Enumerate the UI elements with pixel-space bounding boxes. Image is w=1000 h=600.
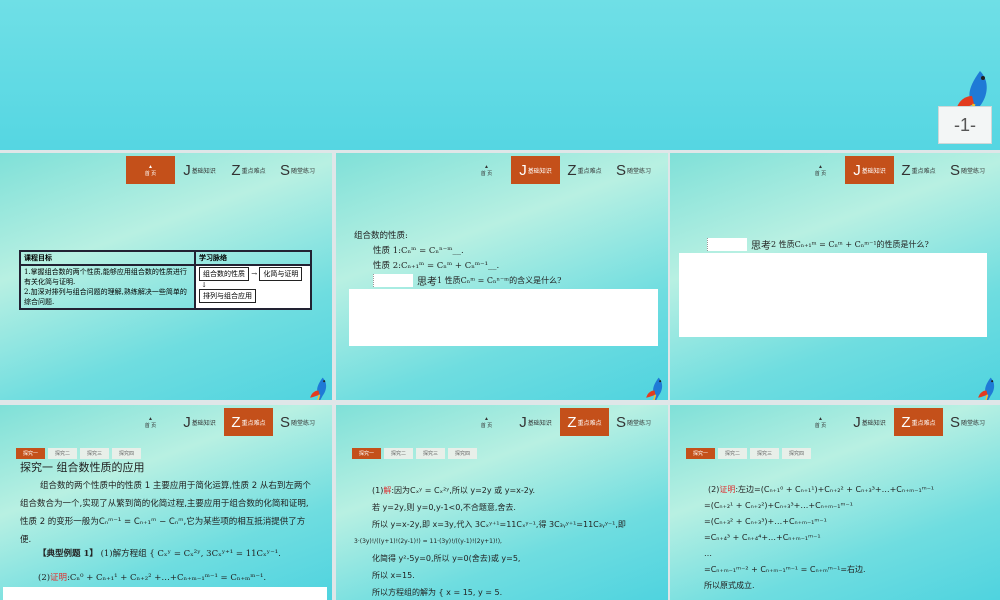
slide-nav: ▲ 首 页 J 基础知识 Z 重点难点 S 随堂练习 xyxy=(462,156,658,184)
tab-explore-1[interactable]: 探究一 xyxy=(16,448,46,459)
nav-key-points[interactable]: Z 重点难点 xyxy=(560,408,609,436)
think-1: 思考 1 性质Cₙᵐ = Cₙⁿ⁻ᵐ的含义是什么? xyxy=(373,273,561,288)
tab-explore-1[interactable]: 探究一 xyxy=(352,448,382,459)
solution-line: 所以 y=x-2y,即 x=3y,代入 3Cₓʸ⁺¹=11Cₓʸ⁻¹,得 3C₃… xyxy=(372,520,626,529)
slide-thumbnail-3[interactable]: ▲ 首 页 J 基础知识 Z 重点难点 S 随堂练习 思考 2 性质Cₙ₊₁ᵐ = Cₙ… xyxy=(670,153,1000,400)
nav-practice[interactable]: S 随堂练习 xyxy=(609,156,658,184)
proof-line: (2)证明:左边=(Cₙ₊₁⁰ + Cₙ₊₁¹)+Cₙ₊₂² + Cₙ₊₃³+…… xyxy=(708,485,935,494)
slide-nav: ▲ 首 页 J 基础知识 Z 重点难点 S 随堂练习 xyxy=(462,408,658,436)
tab-explore-1[interactable]: 探究一 xyxy=(686,448,716,459)
tab-explore-4[interactable]: 探究四 xyxy=(782,448,812,459)
nav-practice[interactable]: S 随堂练习 xyxy=(943,156,992,184)
slide-nav: ▲ 首 页 J 基础知识 Z 重点难点 S 随堂练习 xyxy=(126,156,322,184)
think-2: 思考 2 性质Cₙ₊₁ᵐ = Cₙᵐ + Cₙᵐ⁻¹的性质是什么? xyxy=(707,237,929,252)
section-paragraph: 组合数的两个性质中的性质 1 主要应用于简化运算,性质 2 从右到左两个组合数合… xyxy=(20,481,311,545)
parrot-icon xyxy=(977,376,995,400)
explore-tabs: 探究一 探究二 探究三 探究四 xyxy=(352,448,478,459)
table-header: 课程目标 xyxy=(19,250,196,266)
proof-line: … xyxy=(704,549,712,558)
nav-basic-knowledge[interactable]: J 基础知识 xyxy=(845,156,894,184)
parrot-icon xyxy=(309,376,327,400)
section-title: 探究一 组合数性质的应用 xyxy=(20,461,145,474)
nav-key-points[interactable]: Z 重点难点 xyxy=(224,156,273,184)
tab-explore-2[interactable]: 探究二 xyxy=(48,448,78,459)
nav-key-points[interactable]: Z 重点难点 xyxy=(224,408,273,436)
nav-home[interactable]: ▲ 首 页 xyxy=(462,156,511,184)
example-1-part-2: (2)证明:Cₙ⁰ + Cₙ₊₁¹ + Cₙ₊₂² +…+Cₙ₊ₘ₋₁ᵐ⁻¹ =… xyxy=(38,573,267,583)
tab-explore-4[interactable]: 探究四 xyxy=(112,448,142,459)
tab-explore-3[interactable]: 探究三 xyxy=(416,448,446,459)
slide-nav: ▲ 首 页 J 基础知识 Z 重点难点 S 随堂练习 xyxy=(126,408,322,436)
nav-home[interactable]: ▲ 首 页 xyxy=(796,408,845,436)
nav-practice[interactable]: S 随堂练习 xyxy=(943,408,992,436)
solution-line: 化简得 y²-5y=0,所以 y=0(舍去)或 y=5, xyxy=(372,554,521,563)
tab-explore-2[interactable]: 探究二 xyxy=(718,448,748,459)
nav-key-points[interactable]: Z 重点难点 xyxy=(560,156,609,184)
slide-nav: ▲ 首 页 J 基础知识 Z 重点难点 S 随堂练习 xyxy=(796,156,992,184)
proof-line: =Cₙ₊₄³ + Cₙ₊₄⁴+…+Cₙ₊ₘ₋₁ᵐ⁻¹ xyxy=(704,533,821,542)
explore-tabs: 探究一 探究二 探究三 探究四 xyxy=(16,448,142,459)
tab-explore-3[interactable]: 探究三 xyxy=(750,448,780,459)
tab-explore-2[interactable]: 探究二 xyxy=(384,448,414,459)
goal-1: 1.掌握组合数的两个性质,能够应用组合数的性质进行有关化简与证明. xyxy=(24,268,187,286)
proof-line: =(Cₙ₊₃² + Cₙ₊₃³)+…+Cₙ₊ₘ₋₁ᵐ⁻¹ xyxy=(704,517,827,526)
slide-thumbnail-1[interactable]: ▲ 首 页 J 基础知识 Z 重点难点 S 随堂练习 课程目标 学习脉络 1.掌握组合数的… xyxy=(0,153,332,400)
parrot-icon xyxy=(645,376,663,400)
slide-nav: ▲ 首 页 J 基础知识 Z 重点难点 S 随堂练习 xyxy=(796,408,992,436)
solution-text: (1)解:因为Cₓʸ = Cₓ²ʸ,所以 y=2y 或 y=x-2y. 若 y=… xyxy=(354,482,626,600)
goals-table: 课程目标 学习脉络 1.掌握组合数的两个性质,能够应用组合数的性质进行有关化简与证… xyxy=(19,250,312,310)
slide-thumbnail-5[interactable]: ▲ 首 页 J 基础知识 Z 重点难点 S 随堂练习 探究一 探究二 探究三 探究四 (1)解… xyxy=(336,405,668,600)
nav-home[interactable]: ▲ 首 页 xyxy=(126,408,175,436)
nav-basic-knowledge[interactable]: J 基础知识 xyxy=(511,156,560,184)
nav-basic-knowledge[interactable]: J 基础知识 xyxy=(511,408,560,436)
nav-practice[interactable]: S 随堂练习 xyxy=(273,156,322,184)
diagram-box-simplify: 化简与证明 xyxy=(259,267,303,281)
slide-thumbnail-2[interactable]: ▲ 首 页 J 基础知识 Z 重点难点 S 随堂练习 组合数的性质: 性质 1:Cₙᵐ … xyxy=(336,153,668,400)
example-1: 【典型例题 1】 (1)解方程组 { Cₓʸ = Cₓ²ʸ, 3Cₓʸ⁺¹ = … xyxy=(38,549,281,559)
tab-explore-3[interactable]: 探究三 xyxy=(80,448,110,459)
proof-line: =(Cₙ₊₂¹ + Cₙ₊₂²)+Cₙ₊₃³+…+Cₙ₊ₘ₋₁ᵐ⁻¹ xyxy=(704,501,853,510)
property-1: 性质 1:Cₙᵐ = Cₙⁿ⁻ᵐ__. xyxy=(373,246,464,256)
nav-key-points[interactable]: Z 重点难点 xyxy=(894,408,943,436)
slide-thumbnail-6[interactable]: ▲ 首 页 J 基础知识 Z 重点难点 S 随堂练习 探究一 探究二 探究三 探究四 (2)证… xyxy=(670,405,1000,600)
solution-line: 3·(3y)!/((y+1)!(2y-1)!) = 11·(3y)!/((y-1… xyxy=(354,538,502,545)
tab-explore-4[interactable]: 探究四 xyxy=(448,448,478,459)
solution-line: 所以 x=15. xyxy=(372,571,415,580)
proof-line: 所以原式成立. xyxy=(704,581,755,590)
table-header: 学习脉络 xyxy=(194,250,312,266)
nav-key-points[interactable]: Z 重点难点 xyxy=(894,156,943,184)
diagram-box-application: 排列与组合应用 xyxy=(199,289,256,303)
explore-tabs: 探究一 探究二 探究三 探究四 xyxy=(686,448,812,459)
solution-line: 所以方程组的解为 { x = 15, y = 5. xyxy=(372,588,503,597)
nav-basic-knowledge[interactable]: J 基础知识 xyxy=(175,408,224,436)
page-number: -1- xyxy=(938,106,992,144)
nav-home[interactable]: ▲ 首 页 xyxy=(126,156,175,184)
nav-home[interactable]: ▲ 首 页 xyxy=(462,408,511,436)
answer-box xyxy=(679,253,987,337)
nav-practice[interactable]: S 随堂练习 xyxy=(609,408,658,436)
nav-basic-knowledge[interactable]: J 基础知识 xyxy=(845,408,894,436)
proof-text: (2)证明:左边=(Cₙ₊₁⁰ + Cₙ₊₁¹)+Cₙ₊₂² + Cₙ₊₃³+…… xyxy=(704,482,935,594)
nav-practice[interactable]: S 随堂练习 xyxy=(273,408,322,436)
solution-line: 若 y=2y,则 y=0,y-1<0,不合题意,舍去. xyxy=(372,503,516,512)
solution-line: (1)解:因为Cₓʸ = Cₓ²ʸ,所以 y=2y 或 y=x-2y. xyxy=(372,486,535,495)
slide-thumbnail-4[interactable]: ▲ 首 页 J 基础知识 Z 重点难点 S 随堂练习 探究一 探究二 探究三 探究四 探究一 … xyxy=(0,405,332,600)
property-2: 性质 2:Cₙ₊₁ᵐ = Cₙᵐ + Cₙᵐ⁻¹__. xyxy=(373,261,500,271)
slide-title[interactable]: -1- xyxy=(0,0,1000,150)
nav-home[interactable]: ▲ 首 页 xyxy=(796,156,845,184)
answer-box xyxy=(3,587,327,600)
nav-basic-knowledge[interactable]: J 基础知识 xyxy=(175,156,224,184)
proof-line: =Cₙ₊ₘ₋₁ᵐ⁻² + Cₙ₊ₘ₋₁ᵐ⁻¹ = Cₙ₊ₘᵐ⁻¹=右边. xyxy=(704,565,866,574)
diagram-box-properties: 组合数的性质 xyxy=(199,267,249,281)
goal-2: 2.加深对排列与组合问题的理解,熟练解决一些简单的综合问题. xyxy=(24,288,187,306)
properties-heading: 组合数的性质: xyxy=(354,231,408,241)
answer-box xyxy=(349,289,658,346)
